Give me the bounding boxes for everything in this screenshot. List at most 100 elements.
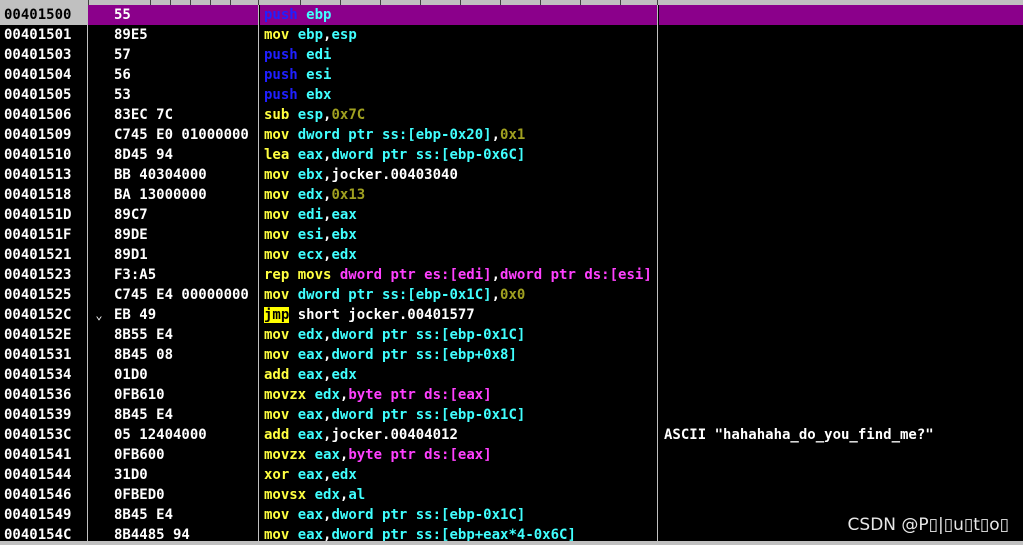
- comment-cell[interactable]: [659, 85, 1023, 105]
- hex-bytes-cell[interactable]: F3:A5: [88, 265, 258, 285]
- disasm-row[interactable]: 00401506 83EC 7C sub esp,0x7C: [0, 105, 1023, 125]
- disasm-row[interactable]: 00401503 57 push edi: [0, 45, 1023, 65]
- comment-cell[interactable]: [659, 405, 1023, 425]
- hex-bytes-cell[interactable]: BA 13000000: [88, 185, 258, 205]
- instruction-cell[interactable]: add eax,jocker.00404012: [260, 425, 657, 445]
- instruction-cell[interactable]: add eax,edx: [260, 365, 657, 385]
- comment-cell[interactable]: [659, 345, 1023, 365]
- comment-cell[interactable]: [659, 225, 1023, 245]
- disasm-row[interactable]: 00401500 55 push ebp: [0, 5, 1023, 25]
- comment-cell[interactable]: [659, 25, 1023, 45]
- address-cell[interactable]: 0040152E: [0, 325, 88, 345]
- hex-bytes-cell[interactable]: EB 49: [88, 305, 258, 325]
- disasm-row[interactable]: 00401509 C745 E0 01000000 mov dword ptr ss…: [0, 125, 1023, 145]
- horizontal-scrollbar[interactable]: [0, 541, 1023, 545]
- comment-cell[interactable]: [659, 145, 1023, 165]
- disasm-row[interactable]: 00401501 89E5 mov ebp,esp: [0, 25, 1023, 45]
- address-cell[interactable]: 00401536: [0, 385, 88, 405]
- hex-bytes-cell[interactable]: 83EC 7C: [88, 105, 258, 125]
- disasm-row[interactable]: 00401544 31D0 xor eax,edx: [0, 465, 1023, 485]
- hex-bytes-cell[interactable]: 01D0: [88, 365, 258, 385]
- address-cell[interactable]: 00401544: [0, 465, 88, 485]
- hex-bytes-cell[interactable]: 05 12404000: [88, 425, 258, 445]
- comment-cell[interactable]: [659, 125, 1023, 145]
- comment-cell[interactable]: [659, 325, 1023, 345]
- address-cell[interactable]: 00401541: [0, 445, 88, 465]
- disasm-row[interactable]: 00401513 BB 40304000 mov ebx,jocker.004030…: [0, 165, 1023, 185]
- address-cell[interactable]: 00401513: [0, 165, 88, 185]
- comment-cell[interactable]: [659, 305, 1023, 325]
- instruction-cell[interactable]: rep movs dword ptr es:[edi],dword ptr ds…: [260, 265, 657, 285]
- hex-bytes-cell[interactable]: C745 E0 01000000: [88, 125, 258, 145]
- instruction-cell[interactable]: mov ecx,edx: [260, 245, 657, 265]
- disasm-row[interactable]: 00401505 53 push ebx: [0, 85, 1023, 105]
- instruction-cell[interactable]: push ebx: [260, 85, 657, 105]
- disasm-row[interactable]: 0040151D 89C7 mov edi,eax: [0, 205, 1023, 225]
- instruction-cell[interactable]: mov ebx,jocker.00403040: [260, 165, 657, 185]
- instruction-cell[interactable]: mov eax,dword ptr ss:[ebp-0x1C]: [260, 505, 657, 525]
- hex-bytes-cell[interactable]: 0FB610: [88, 385, 258, 405]
- comment-cell[interactable]: [659, 285, 1023, 305]
- hex-bytes-cell[interactable]: 89D1: [88, 245, 258, 265]
- hex-bytes-cell[interactable]: 57: [88, 45, 258, 65]
- address-cell[interactable]: 00401505: [0, 85, 88, 105]
- address-cell[interactable]: 00401531: [0, 345, 88, 365]
- hex-bytes-cell[interactable]: 8B45 08: [88, 345, 258, 365]
- disasm-row[interactable]: 0040152E 8B55 E4 mov edx,dword ptr ss:[ebp…: [0, 325, 1023, 345]
- hex-bytes-cell[interactable]: 0FBED0: [88, 485, 258, 505]
- instruction-cell[interactable]: sub esp,0x7C: [260, 105, 657, 125]
- hex-bytes-cell[interactable]: 89E5: [88, 25, 258, 45]
- disasm-row[interactable]: 00401534 01D0 add eax,edx: [0, 365, 1023, 385]
- address-cell[interactable]: 00401504: [0, 65, 88, 85]
- address-cell[interactable]: 00401539: [0, 405, 88, 425]
- hex-bytes-cell[interactable]: 55: [88, 5, 258, 25]
- hex-bytes-cell[interactable]: 8B45 E4: [88, 505, 258, 525]
- instruction-cell[interactable]: lea eax,dword ptr ss:[ebp-0x6C]: [260, 145, 657, 165]
- disasm-row[interactable]: 0040152C EB 49 ⌄ jmp short jocker.00401577: [0, 305, 1023, 325]
- comment-cell[interactable]: [659, 245, 1023, 265]
- disasm-row[interactable]: 00401521 89D1 mov ecx,edx: [0, 245, 1023, 265]
- disasm-row[interactable]: 00401510 8D45 94 lea eax,dword ptr ss:[ebp…: [0, 145, 1023, 165]
- hex-bytes-cell[interactable]: BB 40304000: [88, 165, 258, 185]
- hex-bytes-cell[interactable]: 56: [88, 65, 258, 85]
- instruction-cell[interactable]: push edi: [260, 45, 657, 65]
- disasm-row[interactable]: 00401539 8B45 E4 mov eax,dword ptr ss:[ebp…: [0, 405, 1023, 425]
- disasm-row[interactable]: 0040151F 89DE mov esi,ebx: [0, 225, 1023, 245]
- comment-cell[interactable]: [659, 165, 1023, 185]
- instruction-cell[interactable]: mov eax,dword ptr ss:[ebp+0x8]: [260, 345, 657, 365]
- address-cell[interactable]: 00401546: [0, 485, 88, 505]
- address-cell[interactable]: 00401534: [0, 365, 88, 385]
- comment-cell[interactable]: [659, 385, 1023, 405]
- comment-cell[interactable]: [659, 105, 1023, 125]
- instruction-cell[interactable]: movsx edx,al: [260, 485, 657, 505]
- hex-bytes-cell[interactable]: 89DE: [88, 225, 258, 245]
- instruction-cell[interactable]: mov esi,ebx: [260, 225, 657, 245]
- comment-cell[interactable]: [659, 365, 1023, 385]
- instruction-cell[interactable]: jmp short jocker.00401577: [260, 305, 657, 325]
- instruction-cell[interactable]: mov edx,dword ptr ss:[ebp-0x1C]: [260, 325, 657, 345]
- instruction-cell[interactable]: push esi: [260, 65, 657, 85]
- hex-bytes-cell[interactable]: 0FB600: [88, 445, 258, 465]
- address-cell[interactable]: 00401503: [0, 45, 88, 65]
- disasm-row[interactable]: 00401541 0FB600 movzx eax,byte ptr ds:[eax…: [0, 445, 1023, 465]
- disasm-row[interactable]: 00401536 0FB610 movzx edx,byte ptr ds:[eax…: [0, 385, 1023, 405]
- instruction-cell[interactable]: push ebp: [260, 5, 657, 25]
- comment-cell[interactable]: [659, 265, 1023, 285]
- instruction-cell[interactable]: mov dword ptr ss:[ebp-0x20],0x1: [260, 125, 657, 145]
- disasm-row[interactable]: 00401518 BA 13000000 mov edx,0x13: [0, 185, 1023, 205]
- disassembly-pane[interactable]: 00401500 55 push ebp 00401501 89E5 mov ebp,es…: [0, 5, 1023, 545]
- instruction-cell[interactable]: xor eax,edx: [260, 465, 657, 485]
- comment-cell[interactable]: [659, 445, 1023, 465]
- disasm-row[interactable]: 00401531 8B45 08 mov eax,dword ptr ss:[ebp…: [0, 345, 1023, 365]
- comment-cell[interactable]: [659, 465, 1023, 485]
- address-cell[interactable]: 00401523: [0, 265, 88, 285]
- address-cell[interactable]: 00401518: [0, 185, 88, 205]
- comment-cell[interactable]: ASCII "hahahaha_do_you_find_me?": [659, 425, 1023, 445]
- address-cell[interactable]: 00401525: [0, 285, 88, 305]
- hex-bytes-cell[interactable]: 8B45 E4: [88, 405, 258, 425]
- hex-bytes-cell[interactable]: 31D0: [88, 465, 258, 485]
- comment-cell[interactable]: [659, 185, 1023, 205]
- disasm-row[interactable]: 00401546 0FBED0 movsx edx,al: [0, 485, 1023, 505]
- address-cell[interactable]: 00401549: [0, 505, 88, 525]
- address-cell[interactable]: 00401509: [0, 125, 88, 145]
